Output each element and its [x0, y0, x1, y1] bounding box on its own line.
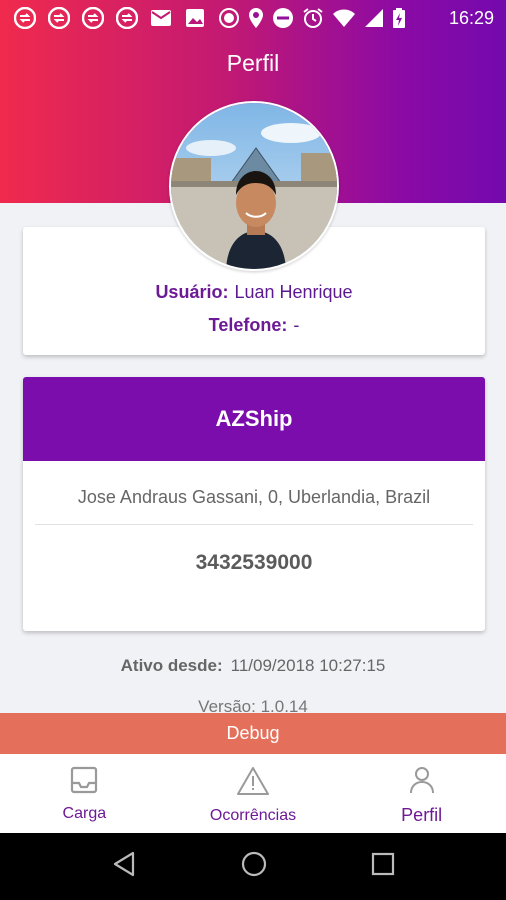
user-value: Luan Henrique [234, 282, 353, 302]
bottom-nav: Carga Ocorrências Perfil [0, 754, 506, 833]
phone-value: - [293, 315, 300, 335]
battery-charging-icon [392, 7, 406, 34]
location-icon [248, 7, 264, 34]
system-nav-bar [0, 833, 506, 900]
nav-item-perfil[interactable]: Perfil [337, 754, 506, 833]
warning-icon [236, 766, 270, 801]
do-not-disturb-icon [272, 7, 294, 34]
nav-label-ocorrencias: Ocorrências [209, 807, 297, 824]
active-since-row: Ativo desde: 11/09/2018 10:27:15 [0, 656, 506, 676]
back-icon[interactable] [111, 851, 137, 882]
phone-label: Telefone: [208, 315, 288, 335]
sync-icon [80, 6, 106, 30]
page-title: Perfil [226, 50, 280, 76]
image-icon [182, 6, 208, 30]
record-icon [216, 6, 242, 30]
active-since-label: Ativo desde: [120, 656, 223, 675]
nav-label-carga: Carga [62, 805, 107, 822]
company-card: AZShip Jose Andraus Gassani, 0, Uberland… [23, 377, 485, 631]
user-label: Usuário: [155, 282, 229, 302]
nav-label-perfil: Perfil [401, 805, 443, 825]
sync-icon [114, 6, 140, 30]
nav-item-carga[interactable]: Carga [0, 754, 169, 833]
mail-icon [148, 6, 174, 30]
phone-row: Telefone: - [23, 315, 485, 336]
wifi-icon [332, 8, 356, 33]
debug-button[interactable]: Debug [0, 713, 506, 754]
avatar[interactable] [169, 101, 339, 271]
company-address: Jose Andraus Gassani, 0, Uberlandia, Bra… [77, 487, 431, 507]
inbox-icon [70, 766, 98, 799]
sync-icon [12, 6, 38, 30]
home-icon[interactable] [240, 850, 268, 883]
alarm-icon [302, 7, 324, 34]
company-phone: 3432539000 [195, 551, 313, 574]
avatar-photo [171, 103, 337, 269]
signal-icon [364, 8, 384, 33]
person-icon [409, 766, 435, 799]
sync-icon [46, 6, 72, 30]
status-bar: 16:29 [0, 0, 506, 38]
divider [35, 524, 473, 525]
user-row: Usuário: Luan Henrique [23, 282, 485, 303]
recents-icon[interactable] [371, 852, 395, 881]
status-time: 16:29 [448, 8, 494, 28]
company-name: AZShip [23, 377, 485, 461]
active-since-value: 11/09/2018 10:27:15 [230, 656, 386, 675]
nav-item-ocorrencias[interactable]: Ocorrências [169, 754, 338, 833]
